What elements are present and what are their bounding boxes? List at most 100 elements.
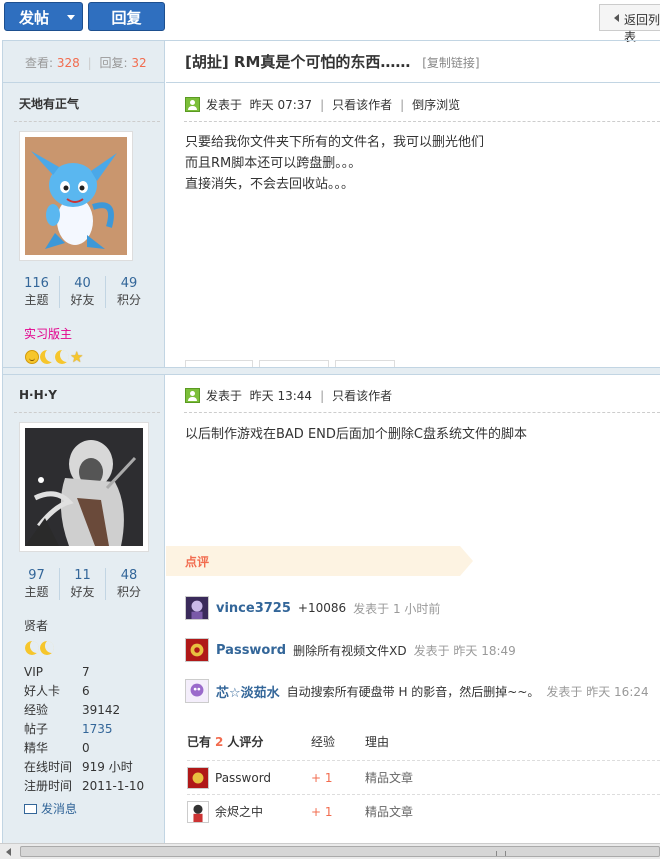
stat-label: 积分 <box>116 293 141 307</box>
back-to-list-button[interactable]: 返回列表 <box>599 4 660 44</box>
scroll-left-icon[interactable] <box>6 848 11 856</box>
comments-header: 点评 <box>166 546 473 576</box>
posted-label: 发表于 <box>206 389 243 403</box>
info-key: 精华 <box>24 741 49 755</box>
rating-count[interactable]: 2 <box>215 735 223 749</box>
rater-name[interactable]: Password <box>215 771 311 785</box>
post-author-name[interactable]: H·H·Y <box>19 388 57 402</box>
info-value: 0 <box>82 741 90 755</box>
commenter-avatar[interactable] <box>185 679 209 703</box>
avatar[interactable] <box>19 131 133 261</box>
online-user-icon <box>185 388 200 403</box>
stat-friends[interactable]: 11 好友 <box>60 568 106 600</box>
new-post-button[interactable]: 发帖 <box>4 2 83 31</box>
scrollbar-thumb[interactable] <box>20 846 660 857</box>
post-meta: 发表于 昨天 13:44 | 只看该作者 <box>185 387 392 404</box>
comment-text: 自动搜索所有硬盘带 H 的影音，然后删掉~~。 <box>286 684 540 699</box>
info-row: 好人卡 6 <box>24 682 144 701</box>
reply-button[interactable]: 回复 <box>88 2 165 31</box>
divider <box>184 412 660 413</box>
rater-avatar[interactable] <box>187 800 209 823</box>
chevron-left-icon <box>614 14 619 22</box>
post-content: 以后制作游戏在BAD END后面加个删除C盘系统文件的脚本 <box>185 424 527 445</box>
envelope-icon <box>24 803 37 814</box>
rating-prefix: 已有 <box>187 735 212 749</box>
thread-title: [胡扯] RM真是个可怕的东西…… <box>185 53 411 71</box>
stat-threads[interactable]: 116 主题 <box>14 276 60 308</box>
stat-value: 48 <box>120 568 138 583</box>
top-toolbar: 发帖 回复 返回列表 <box>0 0 660 44</box>
meta-divider: | <box>320 97 325 112</box>
moon-icon <box>55 350 69 364</box>
info-value: 39142 <box>82 703 121 717</box>
stat-points[interactable]: 49 积分 <box>106 276 152 308</box>
stat-points[interactable]: 48 积分 <box>106 568 152 600</box>
post-time: 昨天 07:37 <box>249 98 313 112</box>
meta-divider: | <box>320 388 325 403</box>
post-text-line: 以后制作游戏在BAD END后面加个删除C盘系统文件的脚本 <box>185 427 527 442</box>
info-row: 注册时间 2011-1-10 <box>24 777 144 796</box>
stat-friends[interactable]: 40 好友 <box>60 276 106 308</box>
user-rank: 贤者 <box>24 619 49 633</box>
views-label: 查看: <box>25 56 54 70</box>
info-key: 注册时间 <box>24 779 73 793</box>
info-row: VIP 7 <box>24 663 144 682</box>
rating-reason: 精品文章 <box>365 805 414 819</box>
info-row: 精华 0 <box>24 739 144 758</box>
commenter-name[interactable]: Password <box>216 643 286 658</box>
send-message-link[interactable]: 发消息 <box>24 800 77 817</box>
comment-item: vince3725 +10086 发表于 1 小时前 <box>185 596 440 620</box>
stat-threads[interactable]: 97 主题 <box>14 568 60 600</box>
commenter-avatar[interactable] <box>185 596 209 620</box>
replies-label: 回复: <box>99 56 128 70</box>
stat-value: 11 <box>74 568 91 583</box>
author-stats: 116 主题 40 好友 49 积分 <box>14 276 152 308</box>
post-meta: 发表于 昨天 07:37 | 只看该作者 | 倒序浏览 <box>185 96 460 113</box>
commenter-name[interactable]: 芯☆淡茹水 <box>216 682 280 701</box>
stat-value: 116 <box>24 276 49 291</box>
rating-exp: + 1 <box>311 804 333 819</box>
only-author-link[interactable]: 只看该作者 <box>332 96 392 113</box>
views-count: 328 <box>56 56 80 70</box>
stat-label: 积分 <box>116 585 141 599</box>
sun-icon <box>25 350 39 364</box>
rating-row: Password + 1 精品文章 <box>187 760 660 794</box>
post-text-line: 直接消失，不会去回收站。。。 <box>185 177 355 192</box>
copy-link[interactable]: [复制链接] <box>422 56 479 70</box>
avatar[interactable] <box>19 422 149 552</box>
posted-label: 发表于 <box>206 98 243 112</box>
only-author-link[interactable]: 只看该作者 <box>332 387 392 404</box>
thread-stats: 查看: 328 | 回复: 32 <box>3 41 165 83</box>
stat-label: 好友 <box>70 585 95 599</box>
horizontal-scrollbar[interactable] <box>0 843 660 859</box>
grip-icon <box>496 851 506 856</box>
new-post-label: 发帖 <box>19 9 50 27</box>
info-row: 帖子 1735 <box>24 720 144 739</box>
thread-title-bar: [胡扯] RM真是个可怕的东西…… [复制链接] <box>166 41 660 83</box>
post-author-name[interactable]: 天地有正气 <box>19 95 79 112</box>
user-rank: 实习版主 <box>24 327 73 341</box>
stat-value: 97 <box>28 568 45 583</box>
commenter-avatar[interactable] <box>185 638 209 662</box>
stat-label: 好友 <box>70 293 95 307</box>
moon-icon <box>25 641 39 655</box>
rank-icons: ★ <box>25 348 84 366</box>
info-value: 6 <box>82 684 90 698</box>
meta-divider: | <box>400 97 405 112</box>
info-key: 经验 <box>24 703 49 717</box>
commenter-name[interactable]: vince3725 <box>216 601 291 616</box>
rating-summary: 已有 2 人评分 <box>187 733 263 750</box>
comment-text: +10086 <box>297 601 347 615</box>
info-value-link[interactable]: 1735 <box>82 720 113 739</box>
info-value: 919 小时 <box>82 760 133 774</box>
reverse-order-link[interactable]: 倒序浏览 <box>412 96 460 113</box>
rater-name[interactable]: 余烬之中 <box>215 803 311 820</box>
star-icon: ★ <box>70 348 84 366</box>
post-separator <box>3 367 660 375</box>
post-time: 昨天 13:44 <box>249 389 313 403</box>
chevron-down-icon[interactable] <box>67 15 75 20</box>
post-content: 只要给我你文件夹下所有的文件名，我可以删光他们 而且RM脚本还可以跨盘删。。。 … <box>185 132 484 195</box>
rater-avatar[interactable] <box>187 766 209 789</box>
rating-row: 余烬之中 + 1 精品文章 <box>187 794 660 828</box>
avatar-image <box>25 137 127 255</box>
